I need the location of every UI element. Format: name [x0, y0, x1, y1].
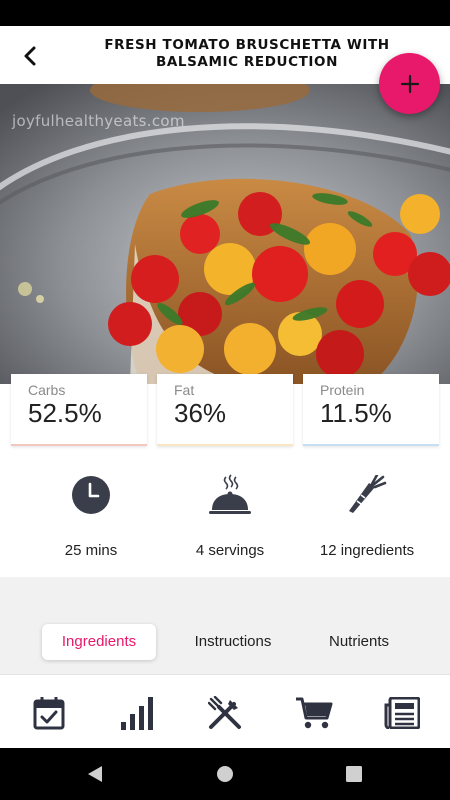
system-recents-button[interactable]: [344, 764, 364, 784]
calendar-check-icon: [33, 697, 65, 730]
carrot-icon: [349, 475, 387, 513]
protein-card: Protein 11.5%: [303, 374, 439, 446]
fork-knife-icon: [208, 696, 241, 729]
square-recents-icon: [346, 766, 362, 782]
circle-home-icon: [217, 766, 233, 782]
system-navigation-bar: [0, 748, 450, 800]
clock-icon: [72, 476, 110, 514]
system-home-button[interactable]: [215, 764, 235, 784]
newspaper-icon: [384, 697, 420, 729]
servings: 4 servings: [155, 472, 305, 559]
image-watermark: joyfulhealthyeats.com: [12, 112, 185, 130]
tab-instructions[interactable]: Instructions: [178, 624, 288, 660]
status-bar: [0, 0, 450, 26]
prep-time-text: 25 mins: [64, 542, 118, 559]
protein-label: Protein: [320, 382, 365, 398]
fat-card: Fat 36%: [157, 374, 293, 446]
prep-time: 25 mins: [16, 472, 166, 559]
nav-articles[interactable]: [382, 693, 422, 733]
triangle-back-icon: [88, 766, 102, 782]
nav-recipes[interactable]: [205, 693, 245, 733]
tab-ingredients[interactable]: Ingredients: [42, 624, 156, 660]
servings-text: 4 servings: [195, 542, 265, 559]
nav-shopping-list[interactable]: [294, 693, 334, 733]
bar-chart-icon: [121, 697, 153, 730]
carbs-value: 52.5%: [28, 398, 102, 428]
back-button[interactable]: [14, 40, 46, 72]
bottom-navigation: [0, 674, 450, 748]
carbs-card: Carbs 52.5%: [11, 374, 147, 446]
protein-value: 11.5%: [320, 398, 392, 428]
nav-stats[interactable]: [117, 693, 157, 733]
add-button[interactable]: [379, 53, 440, 114]
ingredient-count-text: 12 ingredients: [319, 542, 415, 559]
system-back-button[interactable]: [85, 764, 105, 784]
tab-nutrients[interactable]: Nutrients: [314, 624, 404, 660]
recipe-tabs: Ingredients Instructions Nutrients: [0, 622, 450, 660]
page-title: FRESH TOMATO BRUSCHETTA WITH BALSAMIC RE…: [104, 37, 390, 70]
recipe-image: joyfulhealthyeats.com: [0, 84, 450, 384]
ingredient-count: 12 ingredients: [292, 472, 442, 559]
nav-meal-plan[interactable]: [29, 693, 69, 733]
recipe-info-row: 25 mins 4 servings 12 ingredients: [0, 458, 450, 576]
carbs-label: Carbs: [28, 382, 66, 398]
fat-label: Fat: [174, 382, 195, 398]
fat-value: 36%: [174, 398, 227, 428]
chevron-left-icon: [24, 46, 36, 66]
shopping-cart-icon: [296, 697, 333, 729]
plus-icon: [400, 74, 419, 93]
cloche-icon: [209, 474, 251, 514]
